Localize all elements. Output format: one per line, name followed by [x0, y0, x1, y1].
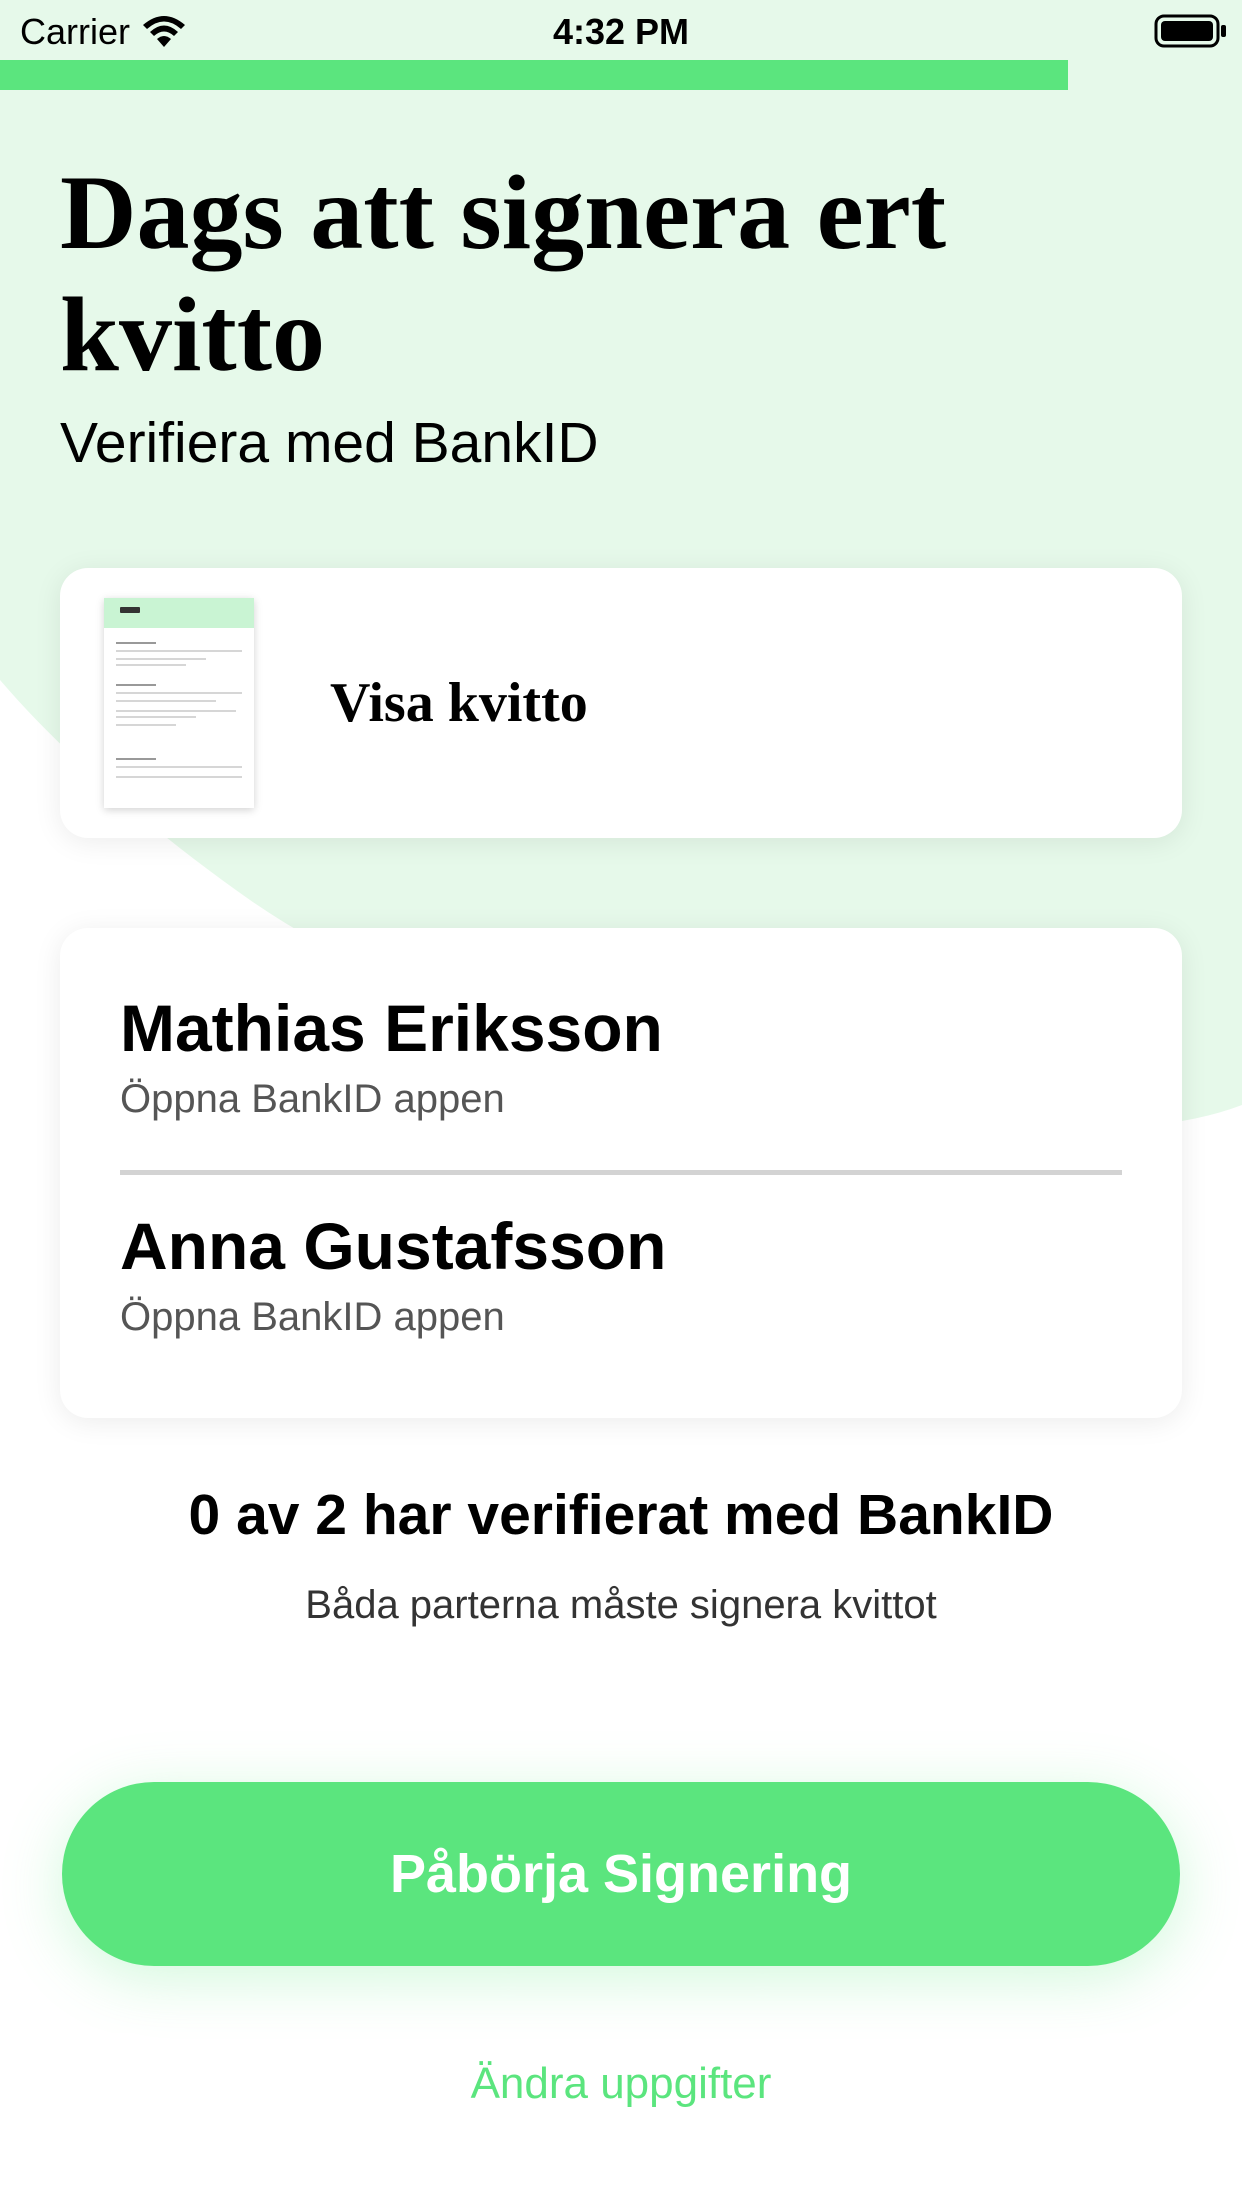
view-receipt-label: Visa kvitto	[330, 672, 588, 734]
status-bar: Carrier 4:32 PM	[0, 0, 1242, 60]
view-receipt-card[interactable]: Visa kvitto	[60, 568, 1182, 838]
signer-name: Mathias Eriksson	[120, 991, 663, 1065]
start-signing-button[interactable]: Påbörja Signering	[62, 1782, 1180, 1966]
page-subtitle: Verifiera med BankID	[60, 411, 599, 475]
signer-item: Mathias Eriksson Öppna BankID appen	[120, 988, 1122, 1124]
signer-divider	[120, 1170, 1122, 1175]
verification-note: Båda parterna måste signera kvittot	[305, 1583, 937, 1627]
battery-full-icon	[1154, 14, 1226, 48]
verification-summary: 0 av 2 har verifierat med BankID	[188, 1483, 1054, 1547]
edit-details-link[interactable]: Ändra uppgifter	[0, 2056, 1242, 2112]
signer-name: Anna Gustafsson	[120, 1209, 667, 1283]
page-title: Dags att signera ert kvitto	[60, 154, 947, 393]
status-time: 4:32 PM	[552, 11, 690, 52]
step-progress-bar	[0, 60, 1242, 90]
signers-card: Mathias Eriksson Öppna BankID appen Anna…	[60, 928, 1182, 1418]
signer-status: Öppna BankID appen	[120, 1295, 505, 1339]
receipt-document-icon	[104, 598, 254, 808]
step-progress-fill	[0, 60, 1069, 90]
signer-item: Anna Gustafsson Öppna BankID appen	[120, 1206, 1122, 1342]
signer-status: Öppna BankID appen	[120, 1077, 505, 1121]
